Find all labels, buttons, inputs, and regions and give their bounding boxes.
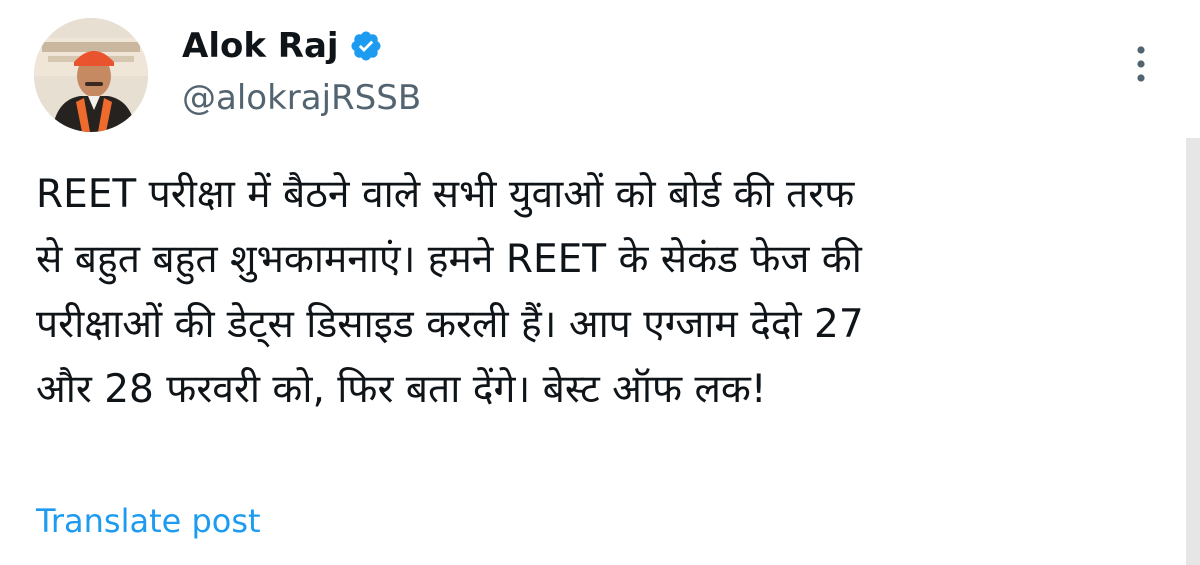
post-text-line: से बहुत बहुत शुभकामनाएं। हमने REET के से… <box>36 237 862 282</box>
translate-post-link[interactable]: Translate post <box>36 502 261 540</box>
author-display-name[interactable]: Alok Raj <box>182 26 339 66</box>
author-handle[interactable]: @alokrajRSSB <box>182 78 421 118</box>
post-text: REET परीक्षा में बैठने वाले सभी युवाओं क… <box>36 162 1176 422</box>
avatar-image <box>34 18 148 132</box>
more-vertical-icon[interactable] <box>1128 44 1154 84</box>
post-text-line: REET परीक्षा में बैठने वाले सभी युवाओं क… <box>36 172 855 217</box>
author-name-row: Alok Raj <box>182 24 383 68</box>
post-text-line: परीक्षाओं की डेट्स डिसाइड करली हैं। आप ए… <box>36 302 864 347</box>
avatar[interactable] <box>34 18 148 132</box>
post-text-line: और 28 फरवरी को, फिर बता देंगे। बेस्ट ऑफ … <box>36 367 767 412</box>
verified-badge-icon <box>349 29 383 63</box>
tweet-card: Alok Raj @alokrajRSSB REET परीक्षा में ब… <box>0 0 1200 565</box>
scrollbar[interactable] <box>1186 138 1200 565</box>
